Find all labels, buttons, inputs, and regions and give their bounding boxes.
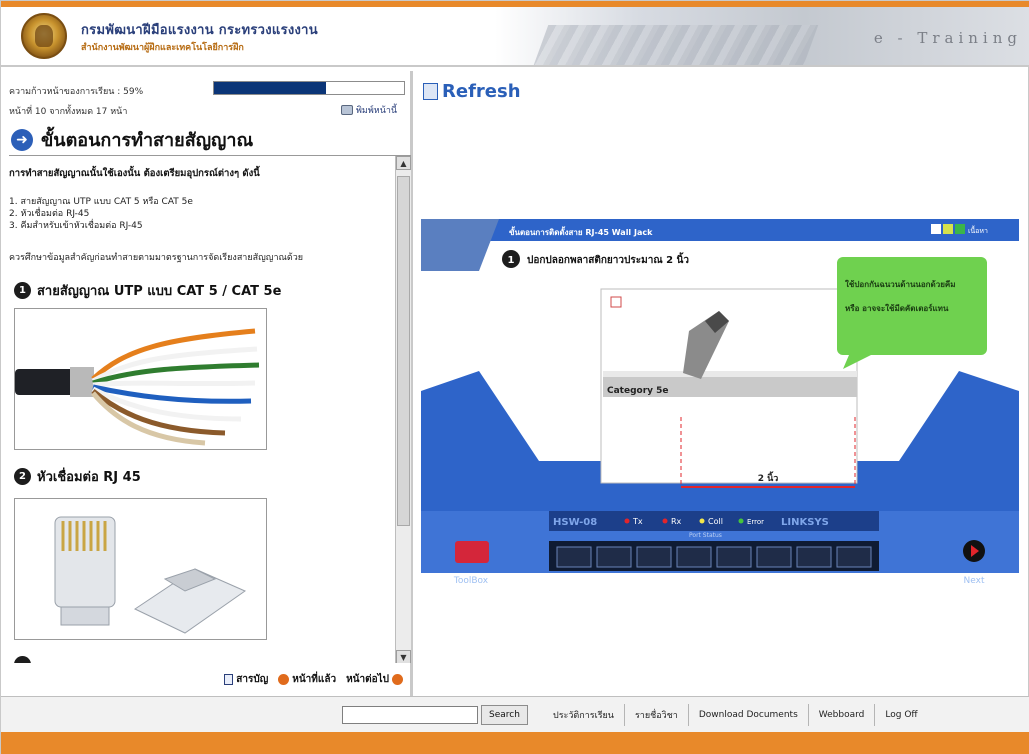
bottom-toolbar: Search ประวัติการเรียน รายชื่อวิชา Downl… — [1, 696, 1029, 732]
page-count: หน้าที่ 10 จากทั้งหมด 17 หน้า — [9, 107, 128, 117]
document-icon — [224, 673, 234, 685]
vendor-label: LINKSYS — [781, 517, 829, 528]
lesson-heading: ➜ ขั้นตอนการทำสายสัญญาณ — [11, 125, 253, 154]
coll-label: Coll — [708, 517, 723, 526]
toolbox-icon — [455, 541, 489, 563]
next-page-link[interactable]: หน้าต่อไป — [346, 672, 403, 687]
utp-cable-image — [14, 308, 267, 450]
previous-label: หน้าที่แล้ว — [292, 673, 337, 685]
section-heading-rj45: 2 หัวเชื่อมต่อ RJ 45 — [14, 466, 141, 487]
rj45-simulation-canvas: ขั้นตอนการติดตั้งสาย RJ-45 Wall Jack เนื… — [421, 219, 1019, 586]
bottom-nav-links: ประวัติการเรียน รายชื่อวิชา Download Doc… — [543, 703, 928, 727]
lesson-panel: ความก้าวหน้าของการเรียน : 59% หน้าที่ 10… — [1, 71, 413, 696]
flash-simulation[interactable]: ขั้นตอนการติดตั้งสาย RJ-45 Wall Jack เนื… — [419, 211, 1022, 615]
refresh-button[interactable]: Refresh — [423, 81, 521, 102]
banner-cable-photo — [421, 219, 499, 271]
equipment-item: 3. คีมสำหรับเข้าหัวเชื่อมต่อ RJ-45 — [9, 221, 143, 231]
lesson-title: ขั้นตอนการทำสายสัญญาณ — [41, 130, 254, 151]
error-led — [738, 518, 744, 524]
next-button-label: Next — [964, 576, 985, 586]
banner-title: ขั้นตอนการติดตั้งสาย RJ-45 Wall Jack — [509, 226, 653, 237]
print-label: พิมพ์หน้านี้ — [356, 106, 398, 116]
corner-icon-3 — [955, 224, 965, 234]
lesson-content-area[interactable]: การทำสายสัญญาณนั้นใช้เองนั้น ต้องเตรียมอ… — [9, 155, 411, 663]
section-heading-text: สายสัญญาณ UTP แบบ CAT 5 / CAT 5e — [37, 284, 282, 299]
scroll-up-button[interactable]: ▲ — [396, 156, 411, 170]
port-status-label: Port Status — [689, 532, 722, 539]
tx-label: Tx — [632, 517, 643, 526]
refresh-icon — [423, 83, 438, 100]
step-text: ปอกปลอกพลาสติกยาวประมาณ 2 นิ้ว — [527, 252, 689, 266]
utp-cable-illustration — [15, 328, 260, 446]
step-number: 1 — [508, 255, 515, 266]
refresh-label: Refresh — [442, 81, 521, 102]
rj45-connector-image — [14, 498, 267, 640]
tip-line: หรือ อาจจะใช้มีดคัตเตอร์แทน — [845, 303, 949, 313]
arrow-right-circle-icon: ➜ — [11, 128, 33, 151]
scroll-down-button[interactable]: ▼ — [396, 650, 411, 663]
contents-link[interactable]: สารบัญ — [224, 672, 268, 687]
printer-icon — [341, 105, 353, 115]
site-header: กรมพัฒนาฝีมือแรงงาน กระทรวงแรงงาน สำนักง… — [1, 7, 1029, 67]
search-button[interactable]: Search — [481, 705, 528, 725]
lesson-note: ควรศึกษาข้อมูลสำคัญก่อนทำสายตามมาตรฐานกา… — [9, 253, 304, 263]
cable-highlight — [603, 371, 857, 377]
section-number: 2 — [14, 468, 31, 485]
search-input[interactable] — [342, 706, 478, 724]
broken-image-icon — [610, 296, 622, 308]
nav-log-off[interactable]: Log Off — [874, 704, 927, 726]
progress-bar — [213, 81, 405, 95]
section-heading-text: หัวเชื่อมต่อ RJ 45 — [37, 470, 141, 485]
organization-seal-icon — [21, 13, 67, 59]
corner-icon-2 — [943, 224, 953, 234]
header-decoration — [533, 25, 819, 65]
content-scrollbar[interactable]: ▲ ▼ — [395, 156, 411, 663]
previous-arrow-icon — [278, 673, 290, 685]
nav-webboard[interactable]: Webboard — [807, 704, 875, 726]
lesson-intro: การทำสายสัญญาณนั้นใช้เองนั้น ต้องเตรียมอ… — [9, 168, 260, 179]
bottom-accent-bar — [1, 732, 1029, 754]
section-number-partial — [14, 656, 31, 663]
brand-label: e - Training — [873, 29, 1022, 47]
organization-subtitle: สำนักงานพัฒนาผู้ฝึกและเทคโนโลยีการฝึก — [81, 43, 244, 53]
progress-label: ความก้าวหน้าของการเรียน : 59% — [9, 87, 144, 97]
progress-bar-fill — [214, 82, 327, 94]
section-number: 1 — [14, 282, 31, 299]
next-arrow-icon — [392, 673, 403, 685]
scroll-thumb[interactable] — [397, 176, 410, 526]
error-label: Error — [747, 518, 764, 526]
nav-course-list[interactable]: รายชื่อวิชา — [623, 704, 688, 726]
toolbox-label: ToolBox — [453, 576, 489, 586]
app-window: กรมพัฒนาฝีมือแรงงาน กระทรวงแรงงาน สำนักง… — [0, 0, 1029, 754]
tip-line: ใช้ปอกกันฉนวนด้านนอกด้วยคีม — [845, 279, 956, 289]
lesson-content: การทำสายสัญญาณนั้นใช้เองนั้น ต้องเตรียมอ… — [9, 156, 395, 663]
lesson-navigation: สารบัญ หน้าที่แล้ว หน้าต่อไป — [1, 667, 413, 691]
tx-led — [624, 518, 630, 524]
previous-page-link[interactable]: หน้าที่แล้ว — [278, 672, 336, 687]
nav-learning-history[interactable]: ประวัติการเรียน — [543, 704, 624, 726]
rj45-connector-illustration — [54, 516, 247, 634]
coll-led — [699, 518, 705, 524]
rx-label: Rx — [671, 517, 682, 526]
next-label: หน้าต่อไป — [346, 673, 389, 685]
corner-icon-1 — [931, 224, 941, 234]
nav-download-documents[interactable]: Download Documents — [687, 704, 808, 726]
section-heading-utp: 1 สายสัญญาณ UTP แบบ CAT 5 / CAT 5e — [14, 280, 281, 301]
rx-led — [662, 518, 668, 524]
switch-model: HSW-08 — [553, 517, 597, 528]
cable-label: Category 5e — [607, 386, 669, 396]
print-page-link[interactable]: พิมพ์หน้านี้ — [341, 103, 397, 117]
organization-title: กรมพัฒนาฝีมือแรงงาน กระทรวงแรงงาน — [81, 23, 318, 38]
contents-label: สารบัญ — [236, 673, 269, 685]
